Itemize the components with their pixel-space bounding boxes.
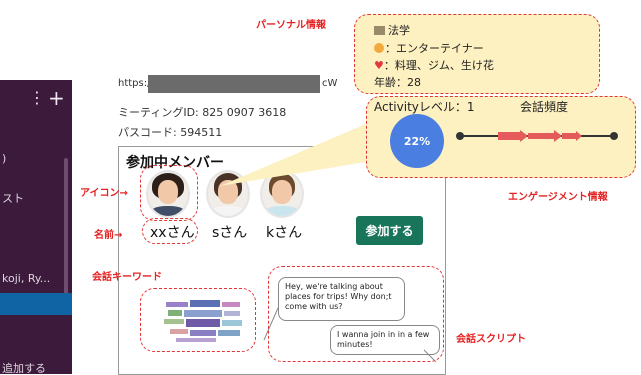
- callout-pointer: [220, 124, 378, 186]
- personal-major: 法学: [374, 22, 410, 38]
- keyword-label: 会話キーワード: [92, 272, 162, 283]
- member-name: kさん: [266, 225, 303, 241]
- personal-interest-line: ♥：料理、ジム、生け花: [374, 57, 494, 73]
- personal-hobby-text: ：エンターテイナー: [385, 42, 484, 55]
- sidebar-item-fragment[interactable]: スト: [2, 192, 24, 205]
- icon-highlight: [140, 165, 198, 221]
- member-name: sさん: [212, 225, 248, 241]
- frequency-timeline: [456, 130, 618, 142]
- join-button[interactable]: 参加する: [356, 216, 423, 245]
- personal-info-label: パーソナル情報: [256, 20, 326, 31]
- frequency-label: 会話頻度: [520, 100, 569, 114]
- meeting-passcode: パスコード: 594511: [118, 126, 223, 139]
- activity-level: Activityレベル：1: [374, 100, 475, 114]
- name-label: 名前→: [94, 230, 123, 241]
- personal-hobby-line: ：エンターテイナー: [374, 40, 484, 56]
- sidebar-item-fragment[interactable]: ): [2, 152, 6, 165]
- building-icon: [374, 26, 385, 35]
- sidebar-item-fragment[interactable]: koji, Ry...: [2, 272, 50, 285]
- name-highlight: [142, 218, 198, 244]
- keyword-highlight: [140, 288, 256, 352]
- script-highlight: [268, 266, 444, 362]
- sidebar: ⋮ + ) スト koji, Ry... 追加する: [0, 80, 72, 374]
- meeting-id: ミーティングID: 825 0907 3618: [118, 106, 287, 119]
- script-label: 会話スクリプト: [456, 334, 526, 345]
- icon-label: アイコン→: [80, 188, 128, 199]
- plus-icon[interactable]: +: [48, 88, 65, 108]
- personal-major-text: 法学: [388, 24, 410, 37]
- more-vertical-icon[interactable]: ⋮: [29, 90, 45, 106]
- heart-icon: ♥: [374, 59, 384, 72]
- redacted-url: [148, 75, 320, 93]
- sidebar-item-selected[interactable]: [0, 293, 72, 315]
- sidebar-item-fragment[interactable]: 追加する: [2, 362, 46, 374]
- personal-interest-text: ：料理、ジム、生け花: [383, 59, 494, 72]
- sidebar-scrollbar[interactable]: [64, 158, 68, 308]
- meeting-url-tail: cW: [322, 78, 338, 89]
- engagement-label: エンゲージメント情報: [508, 192, 608, 203]
- activity-percent: 22%: [390, 114, 444, 168]
- personal-age: 年齢：28: [374, 76, 421, 89]
- person-icon: [374, 43, 384, 53]
